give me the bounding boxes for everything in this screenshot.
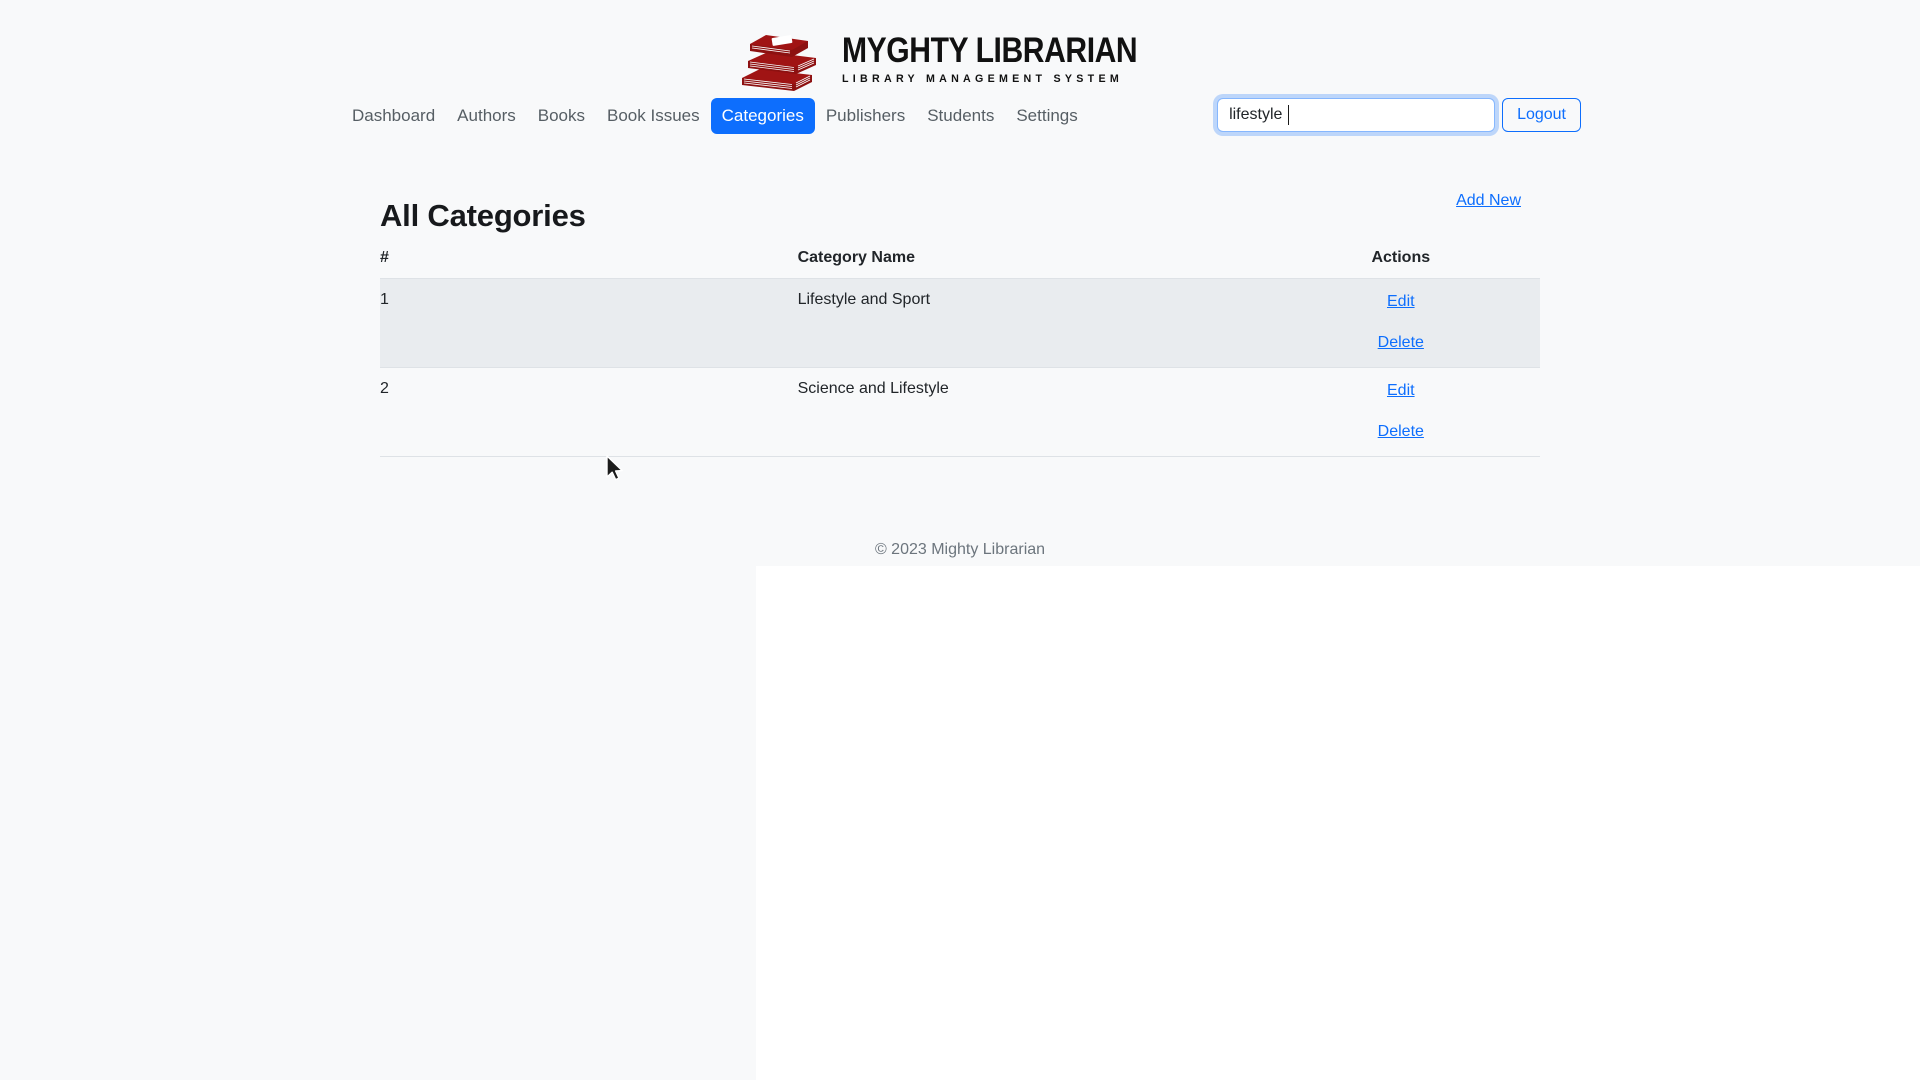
nav-item-authors[interactable]: Authors	[446, 98, 527, 134]
edit-link[interactable]: Edit	[1262, 380, 1540, 402]
book-stack-icon	[734, 23, 826, 95]
navigation-row: Dashboard Authors Books Book Issues Cate…	[339, 98, 1581, 150]
cell-number: 1	[380, 279, 798, 368]
cell-number: 2	[380, 368, 798, 457]
cell-actions: Edit Delete	[1262, 279, 1540, 368]
cell-category-name: Lifestyle and Sport	[798, 279, 1262, 368]
page-title: All Categories	[380, 198, 586, 234]
cell-category-name: Science and Lifestyle	[798, 368, 1262, 457]
table-body: 1 Lifestyle and Sport Edit Delete 2 Scie…	[380, 279, 1540, 457]
delete-link[interactable]: Delete	[1262, 332, 1540, 354]
nav-item-books[interactable]: Books	[527, 98, 596, 134]
content-header: All Categories Add New	[380, 185, 1540, 227]
logout-button[interactable]: Logout	[1502, 98, 1581, 132]
table-row[interactable]: 1 Lifestyle and Sport Edit Delete	[380, 279, 1540, 368]
column-header-actions: Actions	[1262, 249, 1540, 279]
table-row[interactable]: 2 Science and Lifestyle Edit Delete	[380, 368, 1540, 457]
edit-link[interactable]: Edit	[1262, 291, 1540, 313]
main-content: All Categories Add New # Category Name A…	[339, 185, 1581, 559]
search-input[interactable]	[1217, 98, 1495, 132]
delete-link[interactable]: Delete	[1262, 421, 1540, 443]
brand-text: MYGHTY LIBRARIAN LIBRARY MANAGEMENT SYST…	[842, 33, 1185, 86]
brand-title: MYGHTY LIBRARIAN	[842, 33, 1137, 70]
nav-item-students[interactable]: Students	[916, 98, 1005, 134]
page-container: MYGHTY LIBRARIAN LIBRARY MANAGEMENT SYST…	[339, 0, 1581, 559]
table-head: # Category Name Actions	[380, 249, 1540, 279]
categories-table: # Category Name Actions 1 Lifestyle and …	[380, 249, 1540, 457]
table-header-row: # Category Name Actions	[380, 249, 1540, 279]
brand-header: MYGHTY LIBRARIAN LIBRARY MANAGEMENT SYST…	[339, 0, 1581, 96]
column-header-category-name: Category Name	[798, 249, 1262, 279]
nav-item-categories[interactable]: Categories	[711, 98, 815, 134]
footer-copyright: © 2023 Mighty Librarian	[380, 541, 1540, 559]
main-navigation: Dashboard Authors Books Book Issues Cate…	[341, 98, 1089, 134]
page-background-left-band	[0, 566, 756, 1080]
page-root: MYGHTY LIBRARIAN LIBRARY MANAGEMENT SYST…	[0, 0, 1920, 1080]
add-new-link[interactable]: Add New	[1456, 192, 1521, 210]
nav-item-publishers[interactable]: Publishers	[815, 98, 916, 134]
nav-item-settings[interactable]: Settings	[1005, 98, 1088, 134]
auth-controls: Logout	[1217, 98, 1581, 132]
text-cursor-caret	[1288, 105, 1289, 125]
nav-item-book-issues[interactable]: Book Issues	[596, 98, 711, 134]
search-field-wrapper	[1217, 98, 1495, 132]
cell-actions: Edit Delete	[1262, 368, 1540, 457]
column-header-number: #	[380, 249, 798, 279]
nav-item-dashboard[interactable]: Dashboard	[341, 98, 446, 134]
brand-subtitle: LIBRARY MANAGEMENT SYSTEM	[842, 73, 1175, 85]
